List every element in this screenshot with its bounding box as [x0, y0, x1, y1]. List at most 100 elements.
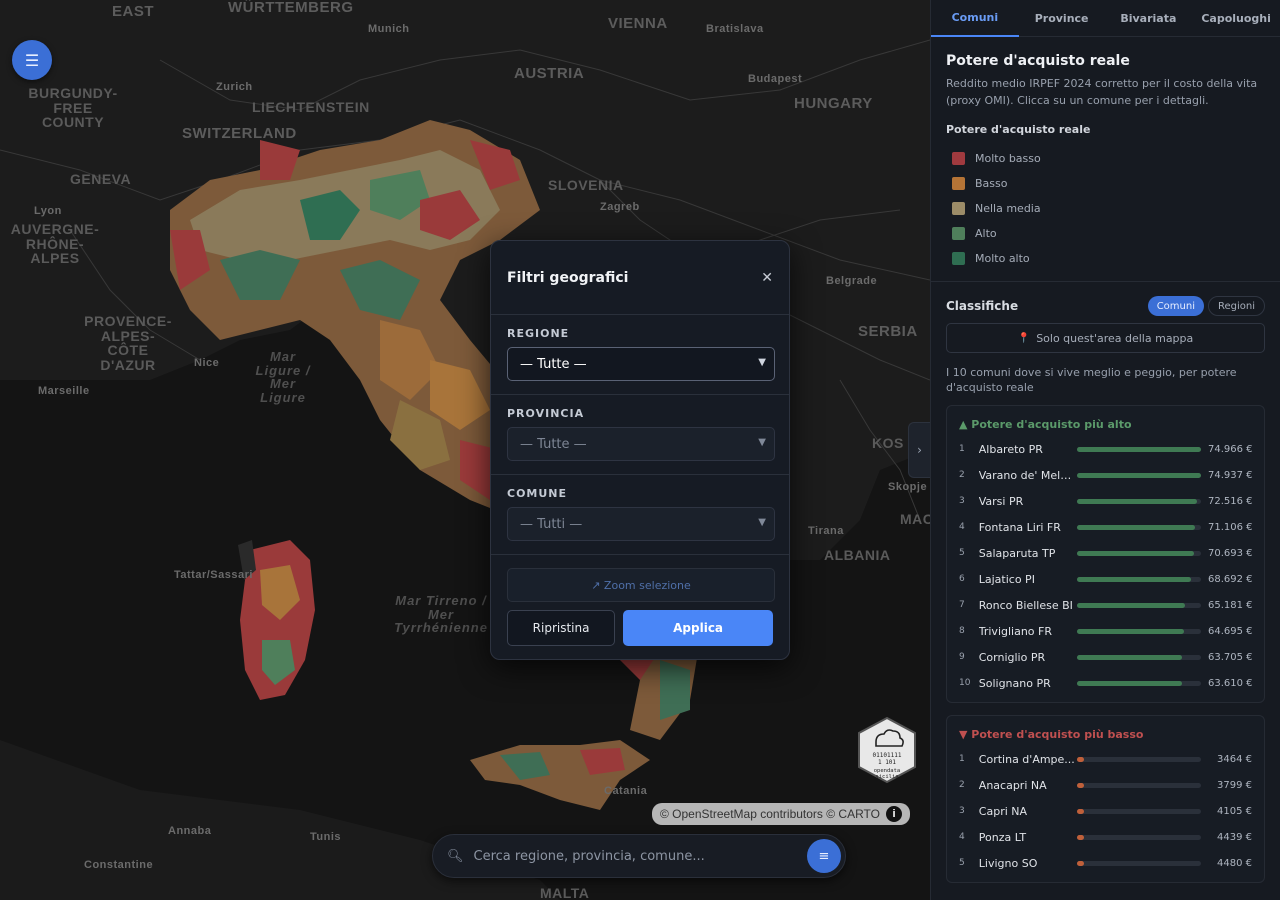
map-label: Tattar/Sassari — [174, 569, 253, 581]
pill-comuni[interactable]: Comuni — [1147, 296, 1204, 316]
area-button-label: Solo quest'area della mappa — [1036, 331, 1194, 345]
map-label: Skopje — [888, 481, 928, 493]
panel-description: Reddito medio IRPEF 2024 corretto per il… — [946, 77, 1258, 107]
rank-bar-fill — [1076, 602, 1185, 608]
filter-button[interactable]: ≡ — [807, 839, 841, 873]
ranking-row[interactable]: 5 Livigno SO 4480 € — [959, 850, 1252, 876]
map-label: Zurich — [216, 81, 253, 93]
comune-section: COMUNE — Tutti — ▼ — [491, 475, 789, 555]
chevron-right-icon: › — [917, 443, 922, 457]
legend-swatch — [952, 177, 965, 190]
ranking-row[interactable]: 5 Salaparuta TP 70.693 € — [959, 540, 1253, 566]
comune-label: COMUNE — [507, 487, 568, 500]
zoom-selection-button[interactable]: ↗ Zoom selezione — [507, 568, 775, 602]
search-icon: 🔍︎ — [447, 848, 464, 864]
ranking-row[interactable]: 7 Ronco Biellese BI 65.181 € — [959, 592, 1253, 618]
rank-value: 74.966 € — [1207, 443, 1253, 455]
rank-number: 10 — [959, 678, 971, 688]
ranking-row[interactable]: 1 Albareto PR 74.966 € — [959, 436, 1253, 462]
map-area-filter-button[interactable]: 📍 Solo quest'area della mappa — [946, 323, 1265, 353]
ranking-row[interactable]: 4 Fontana Liri FR 71.106 € — [959, 514, 1253, 540]
map-label: KOS — [872, 435, 904, 451]
opendata-sicilia-logo[interactable]: 01101111 1 101 opendata sicilia — [856, 716, 918, 784]
map-label: Bratislava — [706, 23, 764, 35]
map-attribution[interactable]: © OpenStreetMap contributors © CARTO i — [652, 803, 910, 825]
tab-bivariata[interactable]: Bivariata — [1105, 0, 1193, 37]
info-icon[interactable]: i — [886, 806, 902, 822]
map-label: HUNGARY — [794, 95, 873, 112]
map-label: Munich — [368, 23, 410, 35]
ranking-row[interactable]: 2 Anacapri NA 3799 € — [959, 772, 1252, 798]
rank-bar-fill — [1076, 654, 1183, 660]
comune-name: Livigno SO — [978, 856, 1038, 870]
rank-number: 1 — [959, 444, 965, 454]
map-background — [0, 0, 930, 900]
ranking-row[interactable]: 10 Solignano PR 63.610 € — [959, 670, 1253, 696]
rank-number: 1 — [959, 754, 965, 764]
comune-name: Salaparuta TP — [978, 546, 1056, 560]
rank-bar-fill — [1076, 782, 1085, 788]
sidebar-toggle-button[interactable]: › — [908, 422, 930, 478]
comune-name: Cortina d'Ampe... — [978, 752, 1075, 766]
bottom-ranking-title: ▼ Potere d'acquisto più basso — [959, 728, 1144, 741]
rank-number: 8 — [959, 626, 965, 636]
map-label: MAC — [900, 511, 930, 527]
rank-number: 4 — [959, 832, 965, 842]
tab-province[interactable]: Province — [1019, 0, 1105, 37]
ranking-row[interactable]: 1 Cortina d'Ampe... 3464 € — [959, 746, 1252, 772]
pill-regioni[interactable]: Regioni — [1207, 296, 1265, 316]
comune-name: Corniglio PR — [978, 650, 1046, 664]
chevron-down-icon: ▼ — [758, 517, 766, 528]
legend-swatch — [952, 152, 965, 165]
legend-label: Nella media — [975, 202, 1041, 215]
regione-value: — Tutte — — [520, 356, 587, 372]
rank-bar — [1076, 834, 1202, 840]
rank-value: 4480 € — [1217, 857, 1252, 869]
map-label: Mar Tirreno / Mer Tyrrhénienne — [394, 593, 488, 636]
rank-bar-fill — [1076, 680, 1183, 686]
rank-bar-fill — [1076, 834, 1085, 840]
map-canvas[interactable]: EAST WÜRTTEMBERG Munich VIENNA Bratislav… — [0, 0, 930, 900]
map-label: Annaba — [168, 825, 212, 837]
legend-label: Basso — [975, 177, 1008, 190]
legend-label: Molto alto — [975, 252, 1030, 265]
reset-button[interactable]: Ripristina — [507, 610, 616, 646]
rank-bar — [1076, 524, 1201, 530]
ranking-row[interactable]: 3 Capri NA 4105 € — [959, 798, 1252, 824]
close-icon[interactable]: ✕ — [761, 270, 773, 286]
menu-button[interactable]: ☰ — [12, 40, 52, 80]
regione-label: REGIONE — [507, 327, 570, 340]
comune-select[interactable]: — Tutti — ▼ — [507, 507, 775, 541]
map-label: ALBANIA — [824, 547, 891, 563]
apply-button[interactable]: Applica — [623, 610, 773, 646]
ranking-row[interactable]: 6 Lajatico PI 68.692 € — [959, 566, 1253, 592]
rank-value: 74.937 € — [1207, 469, 1253, 481]
rank-value: 3464 € — [1217, 753, 1252, 765]
comune-name: Anacapri NA — [978, 778, 1047, 792]
provincia-select[interactable]: — Tutte — ▼ — [507, 427, 775, 461]
map-label: Constantine — [84, 859, 154, 871]
ranking-row[interactable]: 9 Corniglio PR 63.705 € — [959, 644, 1253, 670]
map-label: Zagreb — [600, 201, 640, 213]
rank-bar — [1076, 550, 1201, 556]
regione-select[interactable]: — Tutte — ▼ — [507, 347, 775, 381]
ranking-row[interactable]: 3 Varsi PR 72.516 € — [959, 488, 1253, 514]
rank-value: 4439 € — [1217, 831, 1252, 843]
ranking-row[interactable]: 8 Trivigliano FR 64.695 € — [959, 618, 1253, 644]
ranking-row[interactable]: 2 Varano de' Mele... 74.937 € — [959, 462, 1253, 488]
tab-comuni[interactable]: Comuni — [931, 0, 1019, 37]
comune-name: Ponza LT — [978, 830, 1027, 844]
rank-number: 3 — [959, 496, 965, 506]
comune-name: Capri NA — [978, 804, 1028, 818]
ranking-row[interactable]: 4 Ponza LT 4439 € — [959, 824, 1252, 850]
search-input[interactable] — [473, 848, 807, 864]
svg-text:1 101: 1 101 — [878, 759, 896, 766]
legend-title: Potere d'acquisto reale — [946, 123, 1091, 136]
rank-bar-fill — [1076, 472, 1201, 478]
rank-bar — [1076, 808, 1202, 814]
provincia-section: PROVINCIA — Tutte — ▼ — [491, 395, 789, 475]
map-label: EAST — [112, 3, 155, 20]
panel-title: Potere d'acquisto reale — [946, 53, 1130, 69]
tab-capoluoghi[interactable]: Capoluoghi — [1192, 0, 1280, 37]
modal-title: Filtri geografici — [507, 269, 629, 286]
